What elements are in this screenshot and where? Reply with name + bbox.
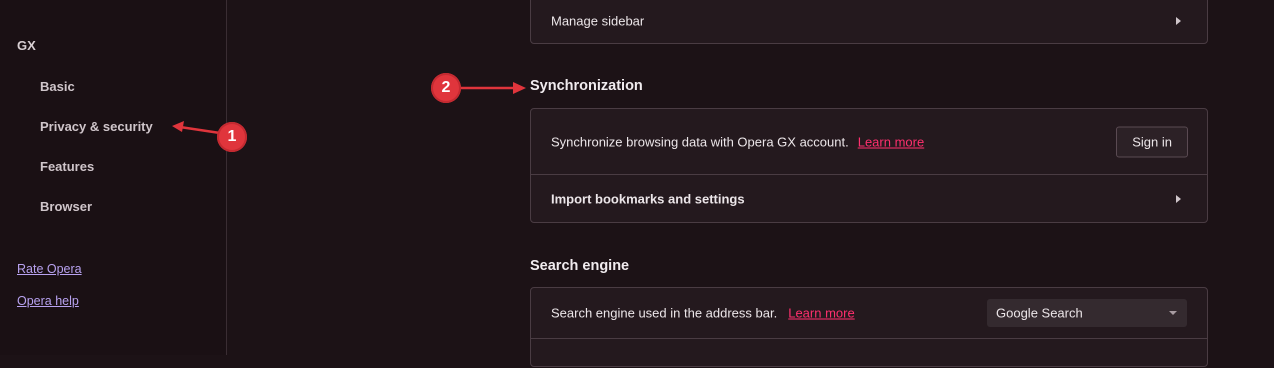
import-bookmarks-row[interactable]: Import bookmarks and settings <box>531 174 1207 222</box>
search-engine-learn-more-link[interactable]: Learn more <box>788 306 854 321</box>
manage-sidebar-label: Manage sidebar <box>551 13 645 29</box>
search-engine-card: Search engine used in the address bar. Le… <box>530 287 1208 367</box>
annotation-arrow-2 <box>460 82 526 94</box>
sync-account-row: Synchronize browsing data with Opera GX … <box>531 109 1207 174</box>
sidebar-item-basic[interactable]: Basic <box>40 79 75 94</box>
opera-help-link[interactable]: Opera help <box>17 294 79 308</box>
manage-sidebar-row[interactable]: Manage sidebar <box>531 0 1207 43</box>
import-bookmarks-label: Import bookmarks and settings <box>551 191 745 206</box>
search-engine-description-text: Search engine used in the address bar. <box>551 305 778 321</box>
search-engine-row: Search engine used in the address bar. Le… <box>531 288 1207 338</box>
search-engine-next-row <box>531 338 1207 368</box>
caret-down-icon <box>1169 311 1177 315</box>
search-engine-section-title: Search engine <box>530 258 630 274</box>
manage-sidebar-card: Manage sidebar <box>530 0 1208 44</box>
search-engine-selected-value: Google Search <box>996 305 1083 321</box>
sign-in-button[interactable]: Sign in <box>1116 126 1188 157</box>
sidebar-item-features[interactable]: Features <box>40 159 94 174</box>
sync-card: Synchronize browsing data with Opera GX … <box>530 108 1208 223</box>
sidebar-item-privacy-security[interactable]: Privacy & security <box>40 119 153 134</box>
settings-sidebar: GX Basic Privacy & security Features Bro… <box>0 0 227 355</box>
search-engine-select[interactable]: Google Search <box>987 299 1187 327</box>
sync-description: Synchronize browsing data with Opera GX … <box>551 134 924 149</box>
sync-learn-more-link[interactable]: Learn more <box>858 134 924 149</box>
annotation-badge-2: 2 <box>431 73 461 103</box>
sync-description-text: Synchronize browsing data with Opera GX … <box>551 134 849 149</box>
rate-opera-link[interactable]: Rate Opera <box>17 262 82 276</box>
chevron-right-icon <box>1176 17 1181 26</box>
chevron-right-icon <box>1176 194 1181 203</box>
sidebar-section-gx[interactable]: GX <box>17 38 36 53</box>
sync-section-title: Synchronization <box>530 78 643 94</box>
annotation-badge-1: 1 <box>217 122 247 152</box>
search-engine-description: Search engine used in the address bar. Le… <box>551 306 855 321</box>
sidebar-item-browser[interactable]: Browser <box>40 199 92 214</box>
